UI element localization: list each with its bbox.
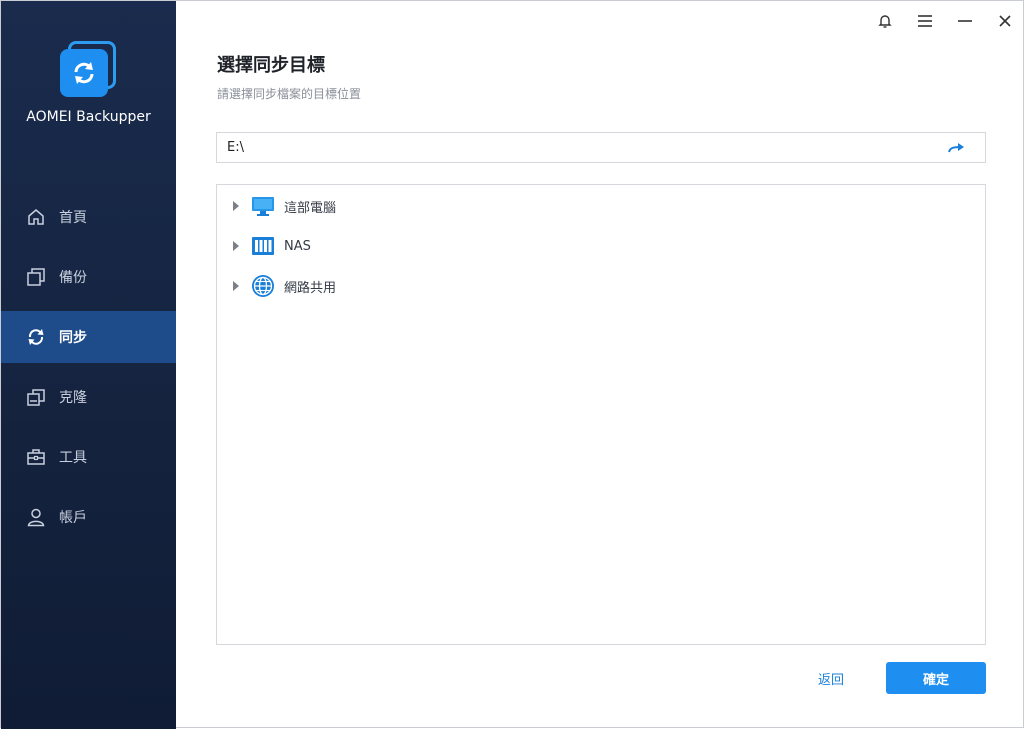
page-title: 選擇同步目標 xyxy=(217,55,325,76)
globe-icon xyxy=(251,274,275,298)
sidebar-nav: 首頁 備份 同步 克隆 工具 帳戶 xyxy=(1,191,176,551)
go-arrow-icon[interactable] xyxy=(945,139,967,157)
sidebar-item-clone[interactable]: 克隆 xyxy=(1,371,176,423)
computer-icon xyxy=(251,194,275,218)
page-subtitle: 請選擇同步檔案的目標位置 xyxy=(217,87,362,101)
back-button[interactable]: 返回 xyxy=(818,669,844,688)
sidebar-item-tools[interactable]: 工具 xyxy=(1,431,176,483)
nas-icon xyxy=(251,234,275,258)
bell-icon[interactable] xyxy=(873,9,897,33)
menu-icon[interactable] xyxy=(913,9,937,33)
backup-icon xyxy=(25,266,47,288)
sidebar-item-label: 同步 xyxy=(59,330,87,346)
tree-item-nas[interactable]: NAS xyxy=(217,231,311,261)
sidebar-item-backup[interactable]: 備份 xyxy=(1,251,176,303)
minimize-icon[interactable] xyxy=(953,9,977,33)
toolbox-icon xyxy=(25,446,47,468)
sidebar-item-label: 備份 xyxy=(59,270,87,286)
ok-button[interactable]: 確定 xyxy=(886,662,986,694)
destination-tree: 這部電腦 NAS 網路共用 xyxy=(216,184,986,645)
expand-arrow-icon[interactable] xyxy=(233,201,239,211)
sidebar: AOMEI Backupper 首頁 備份 同步 克隆 工具 帳戶 xyxy=(1,1,176,729)
tree-item-label: 這部電腦 xyxy=(284,200,337,216)
sidebar-item-label: 首頁 xyxy=(59,210,87,226)
home-icon xyxy=(25,206,47,228)
expand-arrow-icon[interactable] xyxy=(233,241,239,251)
tree-item-label: 網路共用 xyxy=(284,280,337,296)
tree-item-this-pc[interactable]: 這部電腦 xyxy=(217,191,336,221)
sidebar-item-label: 克隆 xyxy=(59,390,87,406)
expand-arrow-icon[interactable] xyxy=(233,281,239,291)
sync-logo-icon xyxy=(60,49,108,97)
close-icon[interactable] xyxy=(993,9,1017,33)
sidebar-item-label: 工具 xyxy=(59,450,87,466)
user-icon xyxy=(25,506,47,528)
sync-icon xyxy=(25,326,47,348)
sidebar-item-account[interactable]: 帳戶 xyxy=(1,491,176,543)
path-input[interactable] xyxy=(227,133,927,162)
tree-item-network-share[interactable]: 網路共用 xyxy=(217,271,336,301)
tree-item-label: NAS xyxy=(284,238,311,254)
sidebar-item-label: 帳戶 xyxy=(59,510,87,526)
clone-icon xyxy=(25,386,47,408)
app-window: AOMEI Backupper 首頁 備份 同步 克隆 工具 帳戶 選擇同步目標… xyxy=(0,0,1024,729)
sidebar-item-home[interactable]: 首頁 xyxy=(1,191,176,243)
app-logo xyxy=(60,41,118,99)
sidebar-item-sync[interactable]: 同步 xyxy=(1,311,176,363)
path-field xyxy=(216,132,986,163)
app-name: AOMEI Backupper xyxy=(26,109,151,125)
